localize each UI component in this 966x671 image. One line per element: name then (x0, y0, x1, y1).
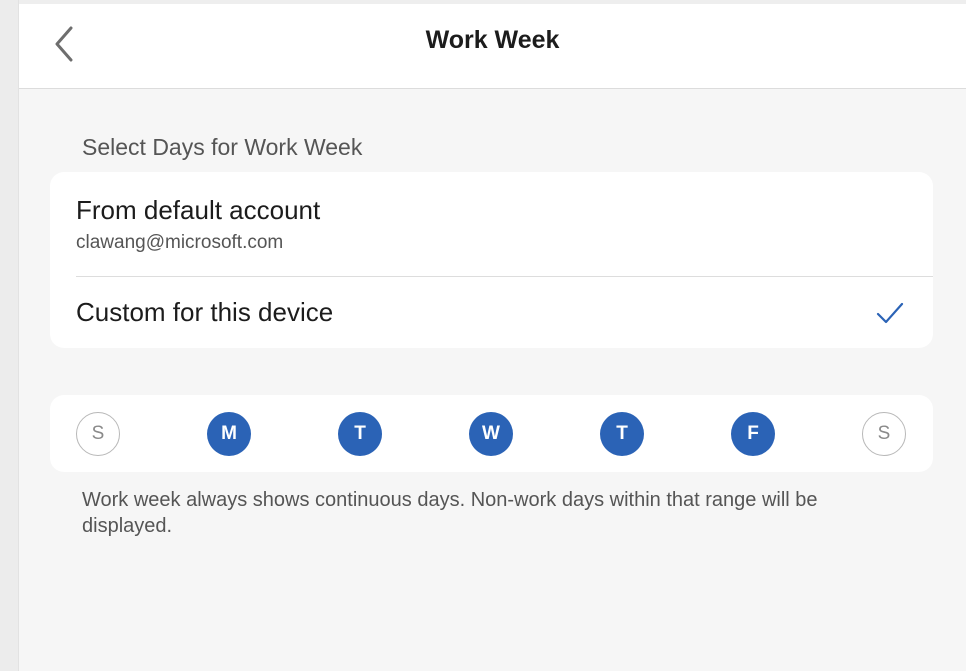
day-toggle-tuesday[interactable]: T (338, 412, 382, 456)
day-toggle-friday[interactable]: F (731, 412, 775, 456)
option-default-account-label: From default account (76, 195, 321, 225)
checkmark-icon (876, 302, 904, 324)
option-custom-device-label: Custom for this device (76, 297, 334, 327)
day-toggle-saturday[interactable]: S (862, 412, 906, 456)
navigation-bar: Work Week (19, 4, 966, 89)
left-pane-edge (0, 0, 19, 671)
day-selector: S M T W T F S (50, 395, 933, 472)
day-letter: S (91, 423, 105, 444)
option-default-account[interactable]: From default account clawang@microsoft.c… (50, 172, 933, 276)
account-email: clawang@microsoft.com (76, 232, 284, 253)
day-toggle-wednesday[interactable]: W (469, 412, 513, 456)
day-letter: F (747, 423, 759, 444)
day-toggle-monday[interactable]: M (207, 412, 251, 456)
section-header: Select Days for Work Week (82, 134, 363, 160)
day-toggle-sunday[interactable]: S (76, 412, 120, 456)
work-week-source-card: From default account clawang@microsoft.c… (50, 172, 933, 348)
settings-screen: Work Week Select Days for Work Week From… (0, 0, 966, 671)
day-letter: T (354, 423, 366, 444)
option-custom-device[interactable]: Custom for this device (50, 277, 933, 348)
day-letter: M (221, 423, 237, 444)
day-letter: W (482, 423, 500, 444)
day-letter: T (616, 423, 628, 444)
work-week-footnote: Work week always shows continuous days. … (82, 489, 818, 537)
page-title: Work Week (425, 26, 560, 54)
day-letter: S (877, 423, 891, 444)
day-toggle-thursday[interactable]: T (600, 412, 644, 456)
